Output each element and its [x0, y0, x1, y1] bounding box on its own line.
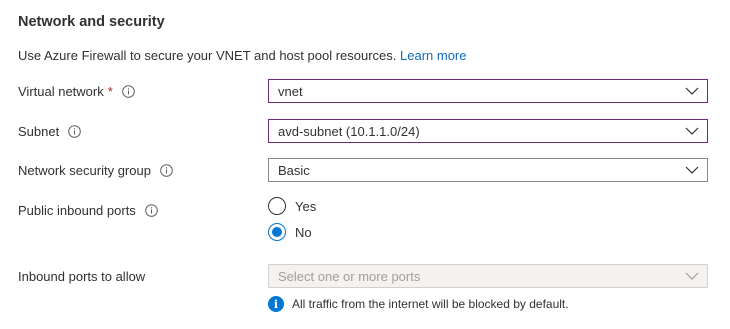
- chevron-down-icon: [685, 125, 699, 140]
- inbound-ports-label-text: Inbound ports to allow: [18, 269, 146, 284]
- radio-label-no: No: [295, 224, 312, 240]
- virtual-network-label-text: Virtual network: [18, 84, 104, 99]
- info-icon[interactable]: [68, 125, 82, 138]
- required-asterisk: *: [107, 84, 113, 99]
- description-text: Use Azure Firewall to secure your VNET a…: [18, 48, 397, 63]
- inbound-ports-dropdown[interactable]: Select one or more ports: [268, 264, 708, 288]
- radio-selected-dot: [272, 227, 282, 237]
- info-note-text: All traffic from the internet will be bl…: [292, 297, 569, 311]
- chevron-down-icon: [685, 270, 699, 285]
- nsg-label: Network security group: [18, 163, 173, 178]
- virtual-network-label: Virtual network *: [18, 84, 135, 99]
- virtual-network-value: vnet: [278, 83, 303, 99]
- subnet-label-text: Subnet: [18, 124, 60, 139]
- inbound-ports-placeholder: Select one or more ports: [278, 268, 421, 284]
- nsg-value: Basic: [278, 162, 310, 178]
- info-icon: i: [268, 296, 284, 312]
- radio-label-yes: Yes: [295, 198, 317, 214]
- subnet-value: avd-subnet (10.1.1.0/24): [278, 123, 420, 139]
- section-description: Use Azure Firewall to secure your VNET a…: [18, 48, 467, 63]
- info-note: i All traffic from the internet will be …: [268, 296, 569, 312]
- radio-button-no[interactable]: [268, 223, 286, 241]
- chevron-down-icon: [685, 85, 699, 100]
- info-icon[interactable]: [160, 164, 173, 177]
- public-inbound-label: Public inbound ports: [18, 203, 158, 218]
- public-inbound-label-text: Public inbound ports: [18, 203, 136, 218]
- radio-option-no[interactable]: No: [268, 223, 312, 241]
- virtual-network-dropdown[interactable]: vnet: [268, 79, 708, 103]
- chevron-down-icon: [685, 164, 699, 179]
- info-icon[interactable]: [122, 85, 135, 98]
- radio-option-yes[interactable]: Yes: [268, 197, 316, 215]
- info-icon[interactable]: [145, 204, 158, 217]
- inbound-ports-label: Inbound ports to allow: [18, 269, 145, 284]
- learn-more-link[interactable]: Learn more: [400, 48, 466, 63]
- section-title: Network and security: [18, 14, 165, 30]
- radio-button-yes[interactable]: [268, 197, 286, 215]
- nsg-label-text: Network security group: [18, 163, 151, 178]
- subnet-dropdown[interactable]: avd-subnet (10.1.1.0/24): [268, 119, 708, 143]
- subnet-label: Subnet: [18, 124, 82, 139]
- nsg-dropdown[interactable]: Basic: [268, 158, 708, 182]
